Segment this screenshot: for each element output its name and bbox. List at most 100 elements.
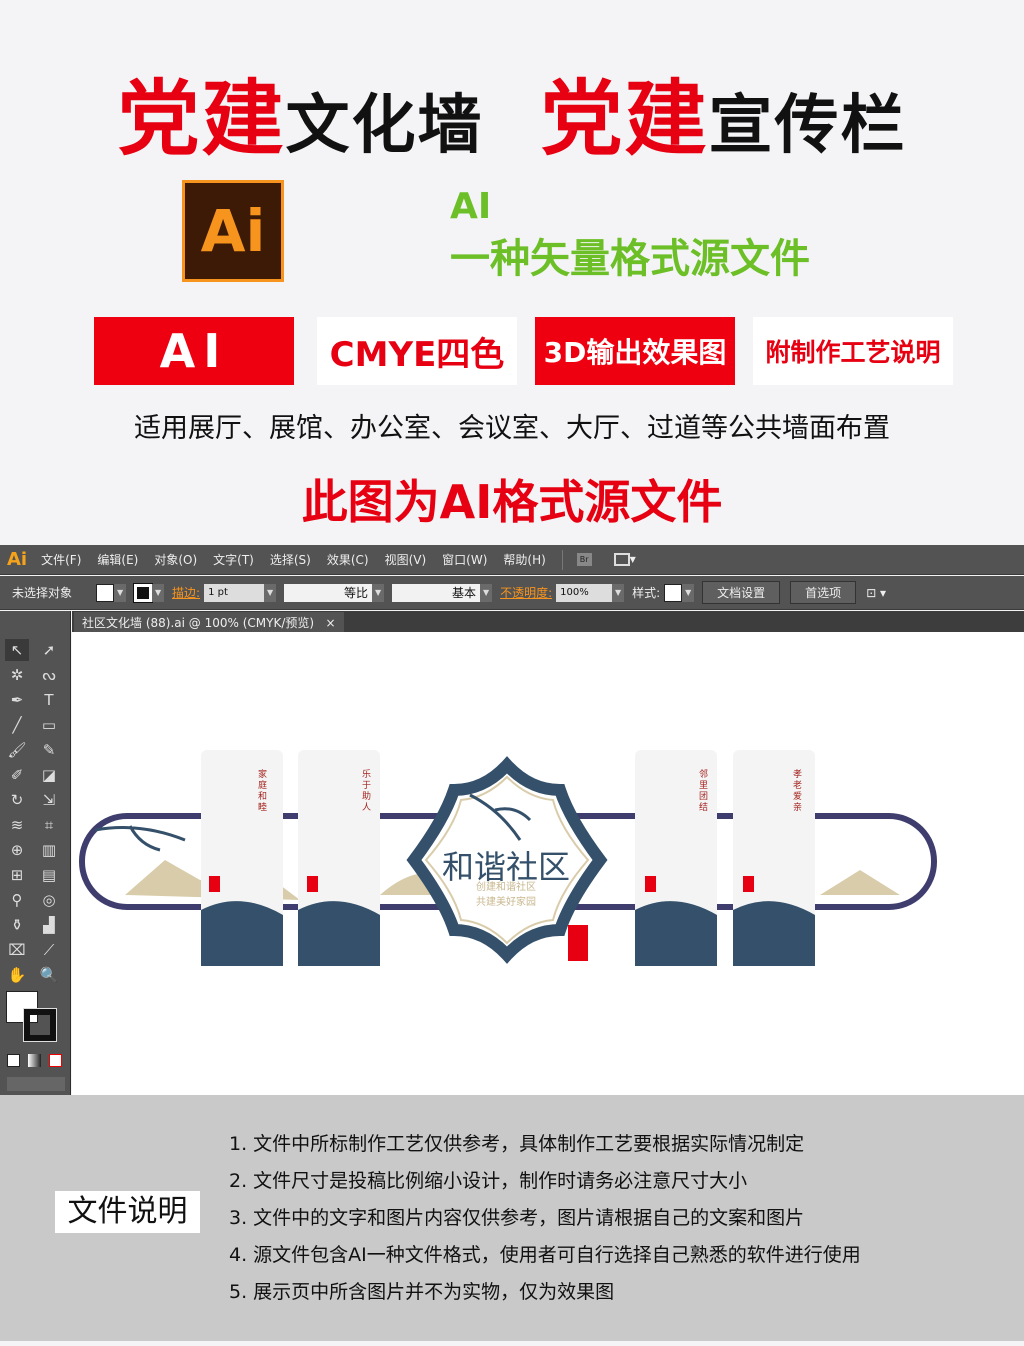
blob-brush-tool-icon[interactable]: ✐ — [5, 764, 29, 786]
symbol-sprayer-tool-icon[interactable]: ⚱ — [5, 914, 29, 936]
title-black-2: 宣传栏 — [708, 89, 907, 163]
poster-title: 党建文化墙 党建宣传栏 — [0, 52, 1024, 171]
gradient-mode-icon[interactable] — [28, 1054, 41, 1067]
center-subtitle-2: 共建美好家园 — [476, 897, 536, 908]
file-description-label: 文件说明 — [55, 1191, 200, 1233]
variable-width-profile[interactable]: 等比 — [284, 583, 373, 602]
menu-type[interactable]: 文字(T) — [213, 551, 254, 568]
badge-cmyk: CMYE四色 — [317, 317, 517, 385]
seal-stamp — [568, 925, 588, 961]
title-black-1: 文化墙 — [285, 89, 484, 163]
blend-tool-icon[interactable]: ◎ — [37, 889, 61, 911]
magic-wand-tool-icon[interactable]: ✲ — [5, 664, 29, 686]
panel-1 — [201, 750, 283, 966]
bridge-icon[interactable]: Br — [576, 553, 592, 566]
shape-builder-tool-icon[interactable]: ⊕ — [5, 839, 29, 861]
document-tab[interactable]: 社区文化墙 (88).ai @ 100% (CMYK/预览) × — [74, 612, 344, 632]
note-item: 1. 文件中所标制作工艺仅供参考，具体制作工艺要根据实际情况制定 — [229, 1133, 805, 1155]
title-red-1: 党建 — [117, 72, 286, 167]
selection-status: 未选择对象 — [12, 586, 73, 600]
badge-3d: 3D输出效果图 — [535, 317, 735, 385]
green-line-1: AI — [450, 186, 492, 227]
note-item: 3. 文件中的文字和图片内容仅供参考，图片请根据自己的文案和图片 — [229, 1207, 805, 1229]
menu-select[interactable]: 选择(S) — [270, 551, 311, 568]
tools-panel: ↖ ➚ ✲ ᔓ ✒ T ╱ ▭ 🖌 ✎ ✐ ◪ ↻ ⇲ ≋ ⌗ ⊕ ▥ ⊞ ▤ … — [0, 611, 71, 1095]
menu-window[interactable]: 窗口(W) — [442, 551, 487, 568]
rectangle-tool-icon[interactable]: ▭ — [37, 714, 61, 736]
opacity-input[interactable]: 100% — [556, 583, 613, 602]
slice-tool-icon[interactable]: ⟋ — [37, 939, 61, 961]
format-note: 此图为AI格式源文件 — [301, 475, 723, 529]
preferences-button[interactable]: 首选项 — [790, 581, 857, 604]
scale-tool-icon[interactable]: ⇲ — [37, 789, 61, 811]
stroke-weight-dropdown[interactable]: ▼ — [264, 583, 277, 602]
center-subtitle-1: 创建和谐社区 — [476, 882, 536, 893]
pencil-tool-icon[interactable]: ✎ — [37, 739, 61, 761]
menu-help[interactable]: 帮助(H) — [503, 551, 545, 568]
pen-tool-icon[interactable]: ✒ — [5, 689, 29, 711]
hand-tool-icon[interactable]: ✋ — [5, 964, 29, 986]
illustrator-logo-icon: Ai — [7, 549, 28, 570]
ai-logo-icon: Ai — [182, 180, 284, 282]
drawing-modes-icon[interactable] — [7, 1077, 65, 1091]
panel-4-title: 孝老爱亲 — [793, 770, 803, 813]
bottom-strip — [0, 1341, 1024, 1346]
gradient-tool-icon[interactable]: ▤ — [37, 864, 61, 886]
note-item: 5. 展示页中所含图片并不为实物，仅为效果图 — [229, 1281, 615, 1303]
rotate-tool-icon[interactable]: ↻ — [5, 789, 29, 811]
line-tool-icon[interactable]: ╱ — [5, 714, 29, 736]
artboard-canvas[interactable]: 和谐社区 创建和谐社区 共建美好家园 家庭和睦 乐于助人 邻里团结 孝老爱亲 — [72, 632, 1024, 1095]
close-tab-icon[interactable]: × — [326, 616, 336, 630]
isolate-icon[interactable]: ⊡ ▾ — [866, 586, 886, 600]
badge-ai: AI — [94, 317, 294, 385]
style-label: 样式: — [632, 586, 661, 600]
menu-view[interactable]: 视图(V) — [385, 551, 427, 568]
perspective-grid-tool-icon[interactable]: ▥ — [37, 839, 61, 861]
control-bar: 未选择对象 ▼ ▼ 描边: 1 pt ▼ 等比 ▼ 基本 ▼ 不透明度: 100% ▼ … — [0, 576, 1024, 610]
profile-dropdown[interactable]: ▼ — [372, 583, 385, 602]
eyedropper-tool-icon[interactable]: ⚲ — [5, 889, 29, 911]
none-mode-icon[interactable] — [49, 1054, 62, 1067]
direct-selection-tool-icon[interactable]: ➚ — [37, 639, 61, 661]
selection-tool-icon[interactable]: ↖ — [5, 639, 29, 661]
brush-dropdown[interactable]: ▼ — [480, 583, 493, 602]
style-swatch[interactable] — [664, 583, 683, 602]
stroke-weight-input[interactable]: 1 pt — [204, 583, 265, 602]
opacity-label[interactable]: 不透明度: — [500, 584, 552, 601]
menu-edit[interactable]: 编辑(E) — [97, 551, 138, 568]
tree-branch-left — [94, 825, 186, 852]
menu-object[interactable]: 对象(O) — [154, 551, 197, 568]
eraser-tool-icon[interactable]: ◪ — [37, 764, 61, 786]
panel-2-title: 乐于助人 — [362, 770, 372, 813]
menu-file[interactable]: 文件(F) — [41, 551, 81, 568]
menu-effect[interactable]: 效果(C) — [327, 551, 369, 568]
stroke-swatch[interactable] — [133, 582, 154, 603]
color-mode-icon[interactable] — [7, 1054, 20, 1067]
note-item: 4. 源文件包含AI一种文件格式，使用者可自行选择自己熟悉的软件进行使用 — [229, 1244, 861, 1266]
artboard-tool-icon[interactable]: ⌧ — [5, 939, 29, 961]
document-tab-title: 社区文化墙 (88).ai @ 100% (CMYK/预览) — [82, 616, 315, 630]
stroke-dropdown[interactable]: ▼ — [152, 583, 165, 602]
zoom-tool-icon[interactable]: 🔍 — [37, 964, 61, 986]
title-red-2: 党建 — [540, 72, 709, 167]
style-dropdown[interactable]: ▼ — [682, 583, 695, 602]
type-tool-icon[interactable]: T — [37, 689, 61, 711]
free-transform-tool-icon[interactable]: ⌗ — [37, 814, 61, 836]
fill-swatch[interactable] — [96, 583, 115, 602]
document-setup-button[interactable]: 文档设置 — [702, 581, 781, 604]
brush-definition[interactable]: 基本 — [392, 583, 481, 602]
notes-list: 1. 文件中所标制作工艺仅供参考，具体制作工艺要根据实际情况制定 2. 文件尺寸… — [229, 1126, 861, 1311]
lasso-tool-icon[interactable]: ᔓ — [37, 664, 61, 686]
fill-dropdown[interactable]: ▼ — [114, 583, 127, 602]
badge-craft: 附制作工艺说明 — [753, 317, 953, 385]
note-item: 2. 文件尺寸是投稿比例缩小设计，制作时请务必注意尺寸大小 — [229, 1170, 748, 1192]
arrange-documents-icon[interactable] — [613, 553, 630, 566]
paintbrush-tool-icon[interactable]: 🖌 — [5, 739, 29, 761]
mesh-tool-icon[interactable]: ⊞ — [5, 864, 29, 886]
panel-3-title: 邻里团结 — [699, 770, 709, 813]
opacity-dropdown[interactable]: ▼ — [612, 583, 625, 602]
column-graph-tool-icon[interactable]: ▟ — [37, 914, 61, 936]
width-tool-icon[interactable]: ≋ — [5, 814, 29, 836]
stroke-color-box[interactable] — [23, 1008, 57, 1042]
stroke-label[interactable]: 描边: — [172, 584, 200, 601]
